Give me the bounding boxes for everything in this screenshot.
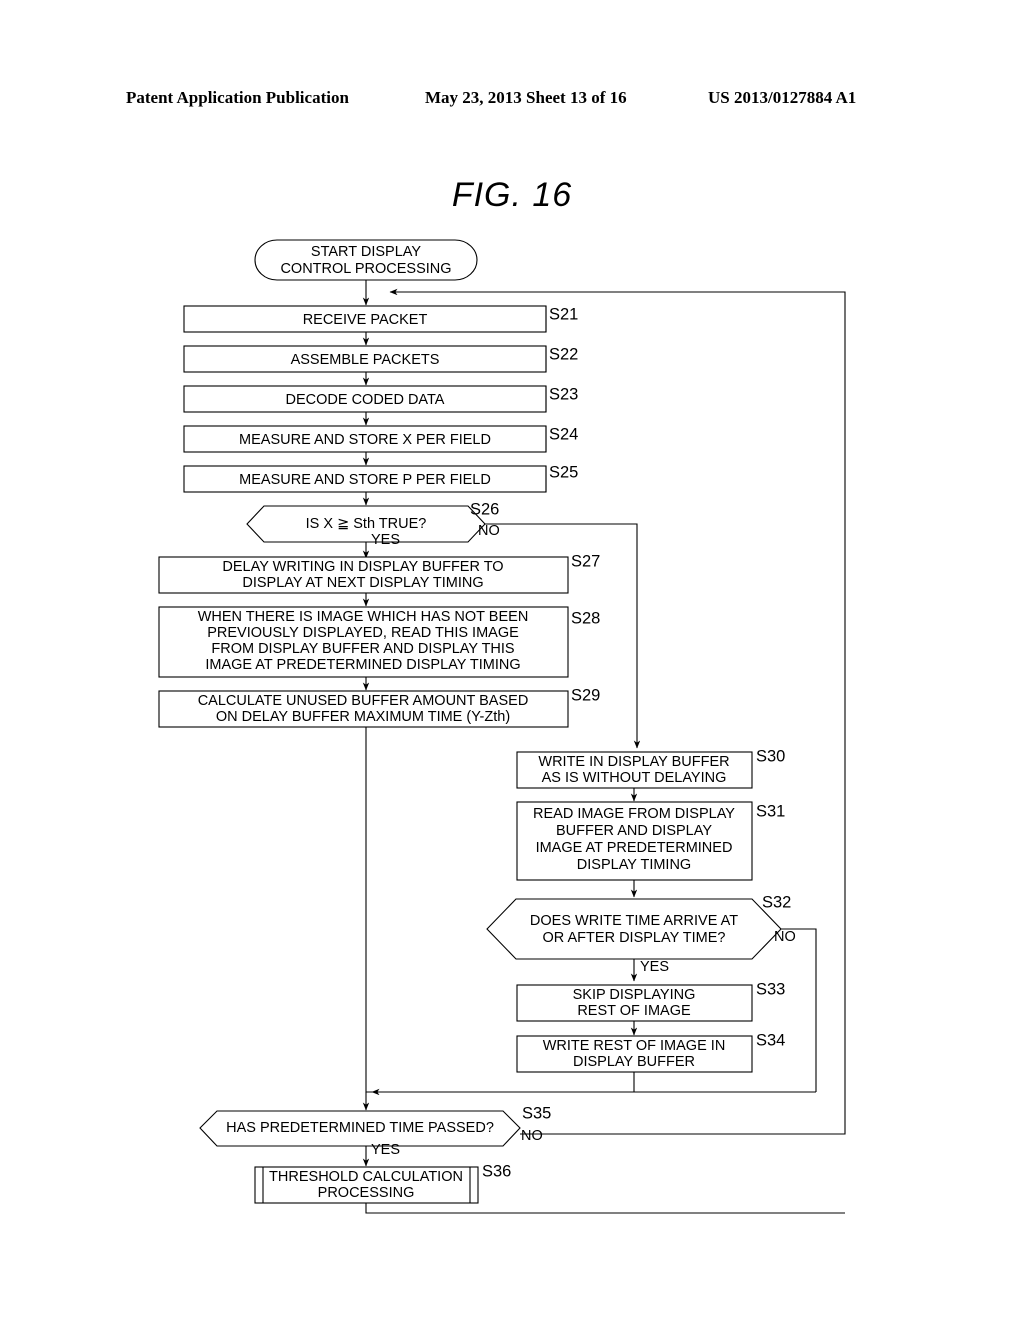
node-s23-line1: DECODE CODED DATA	[286, 392, 445, 408]
node-s32-yes-label: YES	[640, 959, 669, 975]
node-s21: RECEIVE PACKET S21	[183, 305, 578, 333]
node-s32-line2: OR AFTER DISPLAY TIME?	[543, 930, 726, 946]
step-label-s23: S23	[549, 385, 578, 403]
node-s27-line1: DELAY WRITING IN DISPLAY BUFFER TO	[222, 559, 503, 575]
node-s31: READ IMAGE FROM DISPLAY BUFFER AND DISPL…	[516, 801, 785, 881]
node-s36-line2: PROCESSING	[318, 1185, 415, 1201]
node-s33-line1: SKIP DISPLAYING	[573, 987, 696, 1003]
node-s34-line1: WRITE REST OF IMAGE IN	[543, 1038, 726, 1054]
step-label-s30: S30	[756, 747, 785, 765]
node-s25: MEASURE AND STORE P PER FIELD S25	[183, 463, 578, 493]
node-start-line2: CONTROL PROCESSING	[280, 261, 451, 277]
node-s34: WRITE REST OF IMAGE IN DISPLAY BUFFER S3…	[516, 1031, 785, 1073]
flowchart-diagram: START DISPLAY CONTROL PROCESSING RECEIVE…	[158, 239, 846, 1214]
node-s30: WRITE IN DISPLAY BUFFER AS IS WITHOUT DE…	[516, 747, 785, 789]
node-start-line1: START DISPLAY	[311, 244, 421, 260]
step-label-s25: S25	[549, 463, 578, 481]
node-s34-line2: DISPLAY BUFFER	[573, 1054, 695, 1070]
node-s29-line1: CALCULATE UNUSED BUFFER AMOUNT BASED	[198, 693, 529, 709]
step-label-s24: S24	[549, 425, 578, 443]
step-label-s31: S31	[756, 802, 785, 820]
node-s29-line2: ON DELAY BUFFER MAXIMUM TIME (Y-Zth)	[216, 709, 510, 725]
node-s22: ASSEMBLE PACKETS S22	[183, 345, 578, 373]
node-s32: DOES WRITE TIME ARRIVE AT OR AFTER DISPL…	[486, 893, 796, 975]
edge-s36-to-return	[365, 1203, 845, 1214]
node-s31-line3: IMAGE AT PREDETERMINED	[536, 840, 733, 856]
step-label-s33: S33	[756, 980, 785, 998]
node-s33: SKIP DISPLAYING REST OF IMAGE S33	[516, 980, 785, 1022]
node-s31-line1: READ IMAGE FROM DISPLAY	[533, 806, 735, 822]
node-start: START DISPLAY CONTROL PROCESSING	[254, 239, 478, 281]
node-s33-line2: REST OF IMAGE	[577, 1003, 691, 1019]
node-s31-line4: DISPLAY TIMING	[577, 857, 691, 873]
step-label-s32: S32	[762, 893, 791, 911]
node-s26-no-label: NO	[478, 523, 500, 539]
node-s27: DELAY WRITING IN DISPLAY BUFFER TO DISPL…	[158, 552, 600, 594]
node-s28-line1: WHEN THERE IS IMAGE WHICH HAS NOT BEEN	[198, 609, 529, 625]
node-s23: DECODE CODED DATA S23	[183, 385, 578, 413]
node-s26: IS X ≧ Sth TRUE? S26 NO YES	[246, 500, 500, 548]
step-label-s29: S29	[571, 686, 600, 704]
node-s24: MEASURE AND STORE X PER FIELD S24	[183, 425, 578, 453]
node-s28-line4: IMAGE AT PREDETERMINED DISPLAY TIMING	[205, 657, 520, 673]
node-s35-yes-label: YES	[371, 1142, 400, 1158]
node-s28-line2: PREVIOUSLY DISPLAYED, READ THIS IMAGE	[207, 625, 519, 641]
node-s24-line1: MEASURE AND STORE X PER FIELD	[239, 432, 491, 448]
node-s22-line1: ASSEMBLE PACKETS	[291, 352, 440, 368]
edge-s29-to-merge	[365, 727, 376, 1093]
step-label-s21: S21	[549, 305, 578, 323]
node-s26-line1: IS X ≧ Sth TRUE?	[306, 516, 427, 532]
node-s29: CALCULATE UNUSED BUFFER AMOUNT BASED ON …	[158, 686, 600, 728]
node-s30-line2: AS IS WITHOUT DELAYING	[542, 770, 727, 786]
step-label-s27: S27	[571, 552, 600, 570]
edge-s32-no-down	[781, 928, 817, 1092]
step-label-s22: S22	[549, 345, 578, 363]
node-s36-line1: THRESHOLD CALCULATION	[269, 1169, 463, 1185]
node-s32-no-label: NO	[774, 929, 796, 945]
node-s35-line1: HAS PREDETERMINED TIME PASSED?	[226, 1120, 494, 1136]
node-s27-line2: DISPLAY AT NEXT DISPLAY TIMING	[242, 575, 483, 591]
step-label-s36: S36	[482, 1162, 511, 1180]
step-label-s34: S34	[756, 1031, 785, 1049]
step-label-s28: S28	[571, 609, 600, 627]
node-s25-line1: MEASURE AND STORE P PER FIELD	[239, 472, 491, 488]
node-s35: HAS PREDETERMINED TIME PASSED? S35 NO YE…	[199, 1104, 551, 1158]
node-s21-line1: RECEIVE PACKET	[303, 312, 428, 328]
node-s35-no-label: NO	[521, 1128, 543, 1144]
node-s28: WHEN THERE IS IMAGE WHICH HAS NOT BEEN P…	[158, 606, 600, 678]
step-label-s26: S26	[470, 500, 499, 518]
node-s30-line1: WRITE IN DISPLAY BUFFER	[538, 754, 729, 770]
node-s26-yes-label: YES	[371, 532, 400, 548]
patent-sheet: Patent Application Publication May 23, 2…	[0, 0, 1024, 1320]
node-s28-line3: FROM DISPLAY BUFFER AND DISPLAY THIS	[211, 641, 514, 657]
node-s36: THRESHOLD CALCULATION PROCESSING S36	[254, 1162, 511, 1204]
step-label-s35: S35	[522, 1104, 551, 1122]
node-s32-line1: DOES WRITE TIME ARRIVE AT	[530, 913, 738, 929]
node-s31-line2: BUFFER AND DISPLAY	[556, 823, 712, 839]
